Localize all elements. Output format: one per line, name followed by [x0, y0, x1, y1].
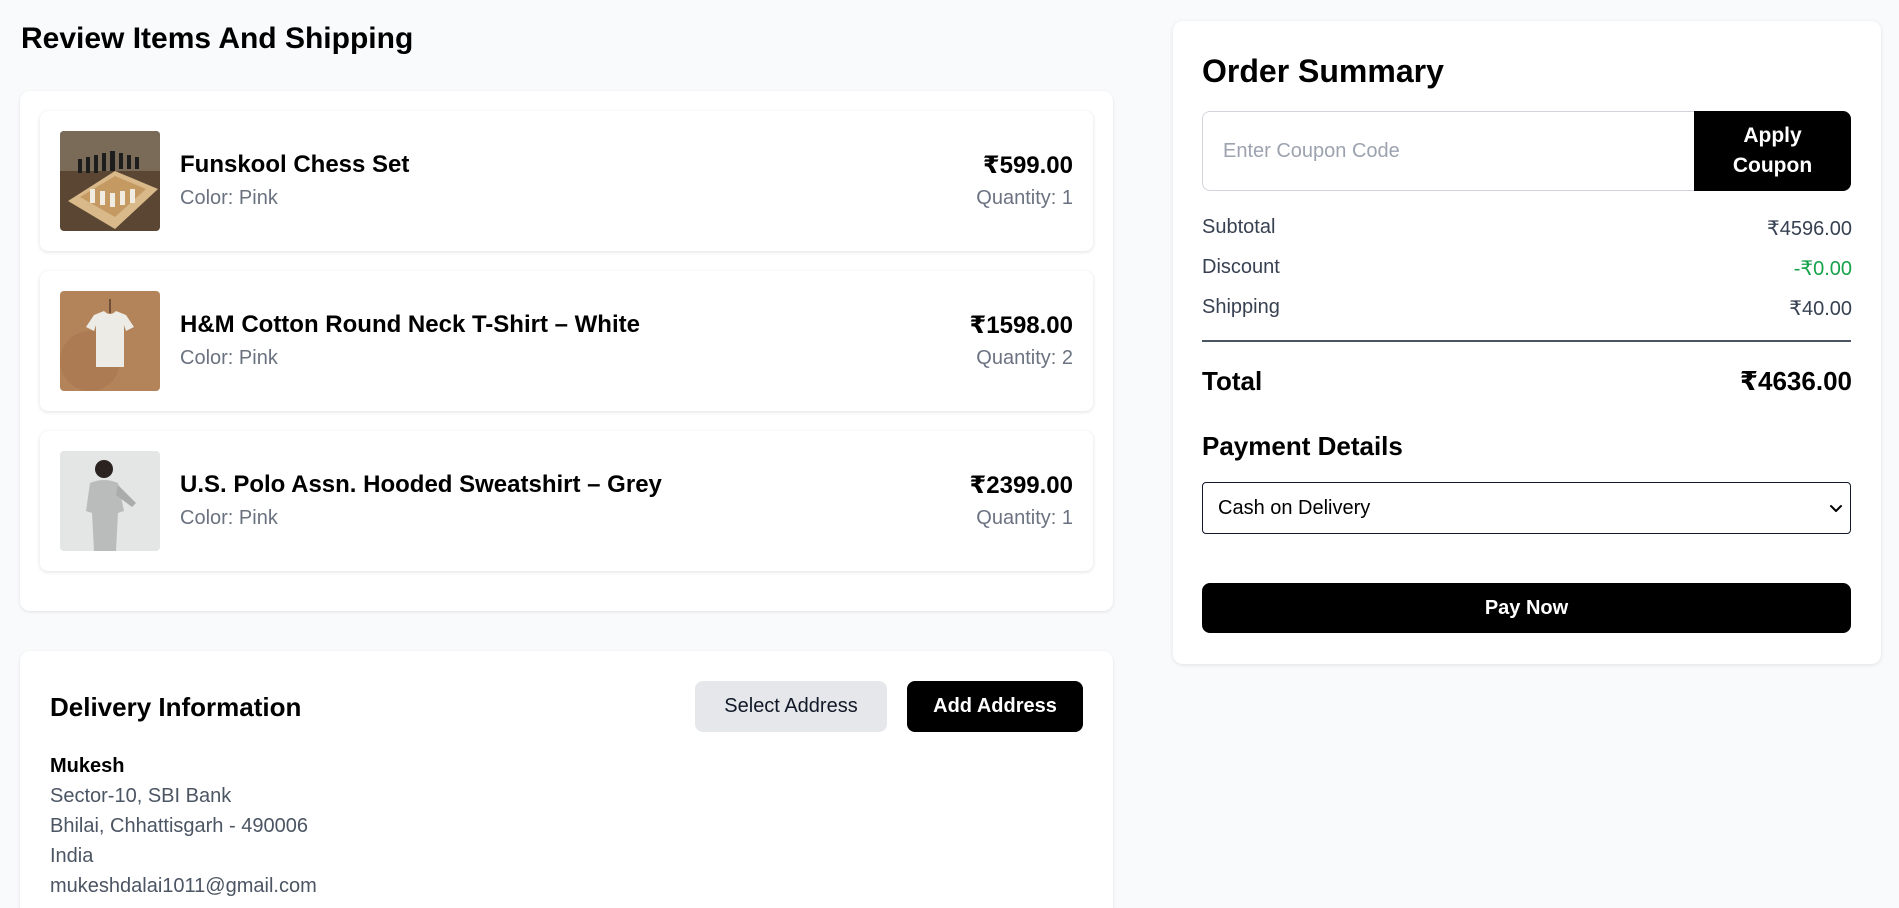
tshirt-image	[60, 291, 160, 391]
total-value: ₹4636.00	[1739, 366, 1852, 396]
address-country: India	[50, 845, 94, 867]
chess-set-image	[60, 131, 160, 231]
item-quantity: Quantity: 1	[976, 187, 1073, 209]
subtotal-value: ₹4596.00	[1766, 218, 1852, 240]
address-line-2: Bhilai, Chhattisgarh - 490006	[50, 815, 308, 837]
item-price: ₹599.00	[982, 152, 1073, 179]
payment-method-select[interactable]: Cash on Delivery	[1202, 482, 1851, 534]
shipping-value: ₹40.00	[1789, 298, 1852, 320]
add-address-button[interactable]: Add Address	[907, 681, 1083, 732]
payment-method-value: Cash on Delivery	[1218, 497, 1371, 519]
item-color: Color: Pink	[180, 507, 278, 529]
cart-item: U.S. Polo Assn. Hooded Sweatshirt – Grey…	[40, 431, 1093, 571]
pay-now-button[interactable]: Pay Now	[1202, 583, 1851, 633]
item-price: ₹1598.00	[969, 312, 1073, 339]
cart-item: Funskool Chess Set Color: Pink ₹599.00 Q…	[40, 111, 1093, 251]
cart-item: H&M Cotton Round Neck T-Shirt – White Co…	[40, 271, 1093, 411]
cart-items-card: Funskool Chess Set Color: Pink ₹599.00 Q…	[20, 91, 1113, 611]
apply-coupon-button[interactable]: Apply Coupon	[1694, 111, 1851, 191]
item-name: U.S. Polo Assn. Hooded Sweatshirt – Grey	[180, 471, 662, 498]
summary-divider	[1202, 340, 1851, 342]
address-name: Mukesh	[50, 755, 125, 777]
shipping-label: Shipping	[1202, 296, 1280, 318]
item-quantity: Quantity: 1	[976, 507, 1073, 529]
select-address-button[interactable]: Select Address	[695, 681, 887, 732]
item-color: Color: Pink	[180, 187, 278, 209]
item-name: Funskool Chess Set	[180, 151, 410, 178]
discount-value: -₹0.00	[1793, 258, 1852, 280]
chevron-down-icon	[1830, 505, 1842, 512]
item-price: ₹2399.00	[969, 472, 1073, 499]
subtotal-label: Subtotal	[1202, 216, 1276, 238]
coupon-input[interactable]	[1202, 111, 1694, 191]
order-summary-title: Order Summary	[1202, 53, 1444, 89]
item-name: H&M Cotton Round Neck T-Shirt – White	[180, 311, 640, 338]
sweatshirt-image	[60, 451, 160, 551]
address-email: mukeshdalai1011@gmail.com	[50, 875, 317, 897]
total-label: Total	[1202, 366, 1263, 396]
payment-details-title: Payment Details	[1202, 431, 1403, 461]
discount-label: Discount	[1202, 256, 1280, 278]
item-color: Color: Pink	[180, 347, 278, 369]
order-summary-card: Order Summary Apply Coupon Subtotal ₹459…	[1173, 21, 1881, 664]
item-quantity: Quantity: 2	[976, 347, 1073, 369]
delivery-title: Delivery Information	[50, 692, 302, 722]
delivery-card: Delivery Information Select Address Add …	[20, 651, 1113, 908]
address-line-1: Sector-10, SBI Bank	[50, 785, 232, 807]
page-title: Review Items And Shipping	[21, 22, 414, 55]
